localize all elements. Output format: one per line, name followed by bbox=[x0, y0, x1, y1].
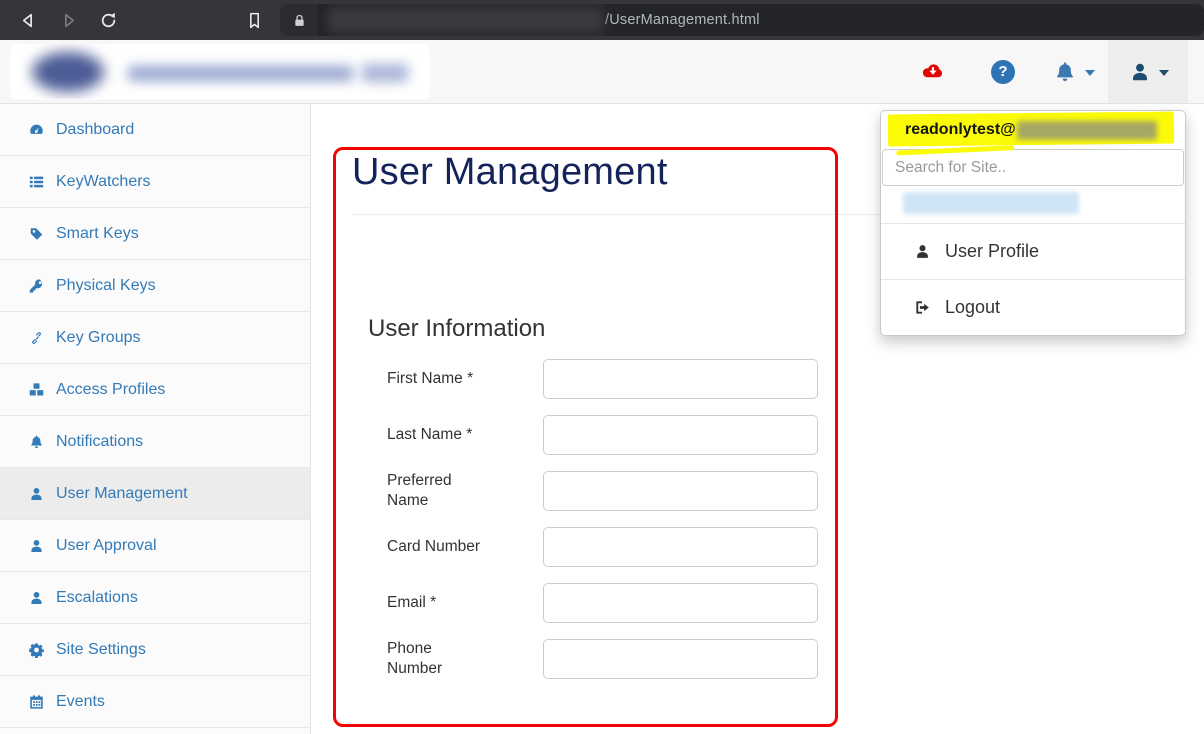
app-logo bbox=[10, 44, 430, 99]
browser-forward-button[interactable] bbox=[56, 8, 80, 32]
user-information-form: First Name * Last Name * Preferred Name … bbox=[387, 359, 1184, 680]
sidebar-item-label: Smart Keys bbox=[56, 225, 139, 243]
header-actions: ? bbox=[898, 40, 1204, 103]
help-button[interactable]: ? bbox=[968, 40, 1038, 103]
user-icon bbox=[1128, 61, 1152, 83]
forward-icon bbox=[59, 11, 78, 30]
sidebar-item-label: User Management bbox=[56, 485, 188, 503]
sidebar-item-access-profiles[interactable]: Access Profiles bbox=[0, 364, 310, 416]
redacted-username-domain bbox=[1017, 121, 1157, 140]
sidebar-item-user-approval[interactable]: User Approval bbox=[0, 520, 310, 572]
app-header: ? bbox=[0, 40, 1204, 104]
sidebar-item-escalations[interactable]: Escalations bbox=[0, 572, 310, 624]
key-icon bbox=[25, 278, 47, 294]
sidebar-item-physical-keys[interactable]: Physical Keys bbox=[0, 260, 310, 312]
browser-toolbar: /UserManagement.html bbox=[0, 0, 1204, 40]
logout-icon bbox=[912, 299, 932, 316]
redacted-site-item[interactable] bbox=[903, 192, 1079, 214]
sidebar-item-key-groups[interactable]: Key Groups bbox=[0, 312, 310, 364]
bookmark-icon bbox=[245, 11, 264, 30]
reload-icon bbox=[99, 11, 118, 30]
sidebar-item-label: Notifications bbox=[56, 433, 143, 451]
menu-item-label: User Profile bbox=[945, 241, 1039, 262]
sidebar-item-smart-keys[interactable]: Smart Keys bbox=[0, 208, 310, 260]
sidebar-item-label: Escalations bbox=[56, 589, 138, 607]
sidebar-item-label: Key Groups bbox=[56, 329, 140, 347]
chain-icon bbox=[25, 330, 47, 346]
last-name-label: Last Name * bbox=[387, 425, 491, 445]
user-icon bbox=[25, 486, 47, 502]
sidebar-item-label: Dashboard bbox=[56, 121, 134, 139]
form-row: Preferred Name bbox=[387, 471, 1184, 511]
redacted-logo-mark bbox=[32, 52, 104, 92]
form-row: Phone Number bbox=[387, 639, 1184, 679]
menu-item-logout[interactable]: Logout bbox=[881, 280, 1185, 335]
menu-item-user-profile[interactable]: User Profile bbox=[881, 224, 1185, 279]
first-name-label: First Name * bbox=[387, 369, 491, 389]
email-label: Email * bbox=[387, 593, 491, 613]
phone-number-label: Phone Number bbox=[387, 639, 491, 679]
user-icon bbox=[25, 590, 47, 606]
logged-in-username: readonlytest@ bbox=[881, 111, 1185, 149]
sidebar-item-label: Physical Keys bbox=[56, 277, 156, 295]
menu-item-label: Logout bbox=[945, 297, 1000, 318]
sidebar-item-user-management[interactable]: User Management bbox=[0, 468, 310, 520]
browser-back-button[interactable] bbox=[16, 8, 40, 32]
card-number-input[interactable] bbox=[543, 527, 818, 567]
email-field[interactable] bbox=[543, 583, 818, 623]
calendar-icon bbox=[25, 694, 47, 710]
cubes-icon bbox=[25, 382, 47, 398]
chevron-down-icon bbox=[1159, 70, 1169, 76]
user-icon bbox=[912, 243, 932, 260]
form-row: First Name * bbox=[387, 359, 1184, 399]
bell-icon bbox=[1052, 60, 1078, 84]
list-icon bbox=[25, 174, 47, 190]
help-icon: ? bbox=[991, 60, 1015, 84]
application-window: /UserManagement.html ? bbox=[0, 0, 1204, 734]
sidebar-item-notifications[interactable]: Notifications bbox=[0, 416, 310, 468]
lock-icon bbox=[292, 13, 307, 28]
sidebar-nav: Dashboard KeyWatchers Smart Keys Physica… bbox=[0, 104, 311, 734]
chevron-down-icon bbox=[1085, 70, 1095, 76]
address-bar[interactable]: /UserManagement.html bbox=[280, 4, 1204, 36]
search-input[interactable] bbox=[882, 149, 1184, 186]
sidebar-item-label: KeyWatchers bbox=[56, 173, 151, 191]
sidebar-item-label: Site Settings bbox=[56, 641, 146, 659]
preferred-name-label: Preferred Name bbox=[387, 471, 491, 511]
redacted-url-segment bbox=[328, 7, 603, 33]
bookmark-button[interactable] bbox=[242, 8, 266, 32]
notifications-dropdown-button[interactable] bbox=[1038, 40, 1108, 103]
user-icon bbox=[25, 538, 47, 554]
dashboard-icon bbox=[25, 122, 47, 138]
phone-number-input[interactable] bbox=[543, 639, 818, 679]
bell-icon bbox=[25, 434, 47, 450]
sidebar-item-dashboard[interactable]: Dashboard bbox=[0, 104, 310, 156]
download-button[interactable] bbox=[898, 40, 968, 103]
sidebar-item-label: User Approval bbox=[56, 537, 157, 555]
browser-reload-button[interactable] bbox=[96, 8, 120, 32]
url-text: /UserManagement.html bbox=[605, 12, 760, 28]
last-name-input[interactable] bbox=[543, 415, 818, 455]
sidebar-item-keywatchers[interactable]: KeyWatchers bbox=[0, 156, 310, 208]
sidebar-item-label: Events bbox=[56, 693, 105, 711]
sidebar-item-label: Access Profiles bbox=[56, 381, 165, 399]
cloud-download-icon bbox=[920, 60, 946, 84]
sidebar-item-events[interactable]: Events bbox=[0, 676, 310, 728]
username-text: readonlytest@ bbox=[905, 121, 1016, 139]
gear-icon bbox=[25, 642, 47, 658]
back-icon bbox=[19, 11, 38, 30]
form-row: Email * bbox=[387, 583, 1184, 623]
tag-icon bbox=[25, 226, 47, 242]
user-dropdown-menu: readonlytest@ User Profile Logout bbox=[880, 110, 1186, 336]
card-number-label: Card Number bbox=[387, 537, 491, 557]
user-menu-button[interactable] bbox=[1108, 40, 1188, 103]
form-row: Card Number bbox=[387, 527, 1184, 567]
preferred-name-input[interactable] bbox=[543, 471, 818, 511]
first-name-input[interactable] bbox=[543, 359, 818, 399]
form-row: Last Name * bbox=[387, 415, 1184, 455]
redacted-logo-text-2 bbox=[362, 64, 408, 82]
redacted-logo-text bbox=[128, 66, 353, 81]
site-security-button[interactable] bbox=[280, 4, 318, 36]
sidebar-item-site-settings[interactable]: Site Settings bbox=[0, 624, 310, 676]
